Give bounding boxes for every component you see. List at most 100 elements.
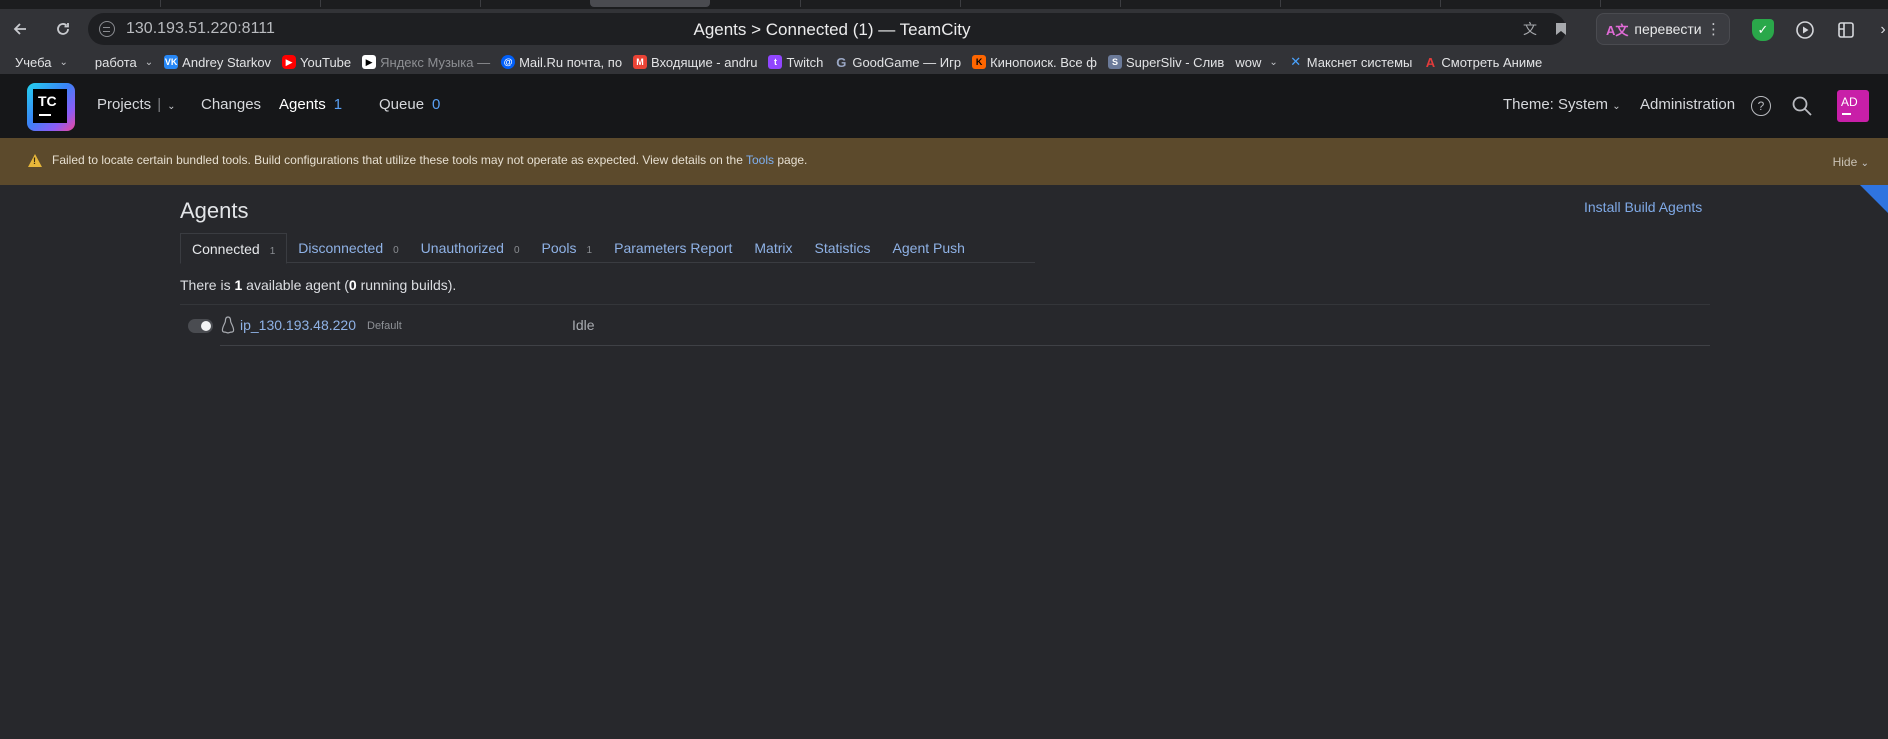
tab-count: 1 [269, 246, 276, 257]
tab-pools[interactable]: Pools 1 [531, 233, 604, 263]
chevron-down-icon: ⌄ [144, 56, 154, 68]
tab-matrix[interactable]: Matrix [743, 233, 803, 263]
reload-icon [57, 23, 69, 35]
linux-icon [221, 316, 235, 334]
gmail-icon: M [633, 55, 648, 69]
bookmark-label: Яндекс Музыка — [380, 54, 491, 70]
extensions-icon[interactable] [1835, 19, 1857, 41]
bookmark-mailru[interactable]: @ Mail.Ru почта, по [501, 55, 622, 70]
adguard-shield-icon[interactable]: ✓ [1752, 19, 1774, 41]
row-divider [220, 345, 1710, 346]
tab-parameters-report[interactable]: Parameters Report [603, 233, 743, 263]
running-builds-count: 0 [348, 277, 357, 293]
corner-ribbon[interactable] [1860, 185, 1888, 213]
media-player-icon[interactable] [1794, 19, 1816, 41]
kinopoisk-icon: K [972, 55, 987, 69]
chevron-down-icon: ⌄ [1860, 158, 1869, 169]
tab-disconnected[interactable]: Disconnected 0 [287, 233, 409, 263]
tab-count: 1 [586, 245, 593, 256]
agent-name-link[interactable]: ip_130.193.48.220 [240, 317, 356, 333]
tools-link[interactable]: Tools [746, 153, 774, 167]
bookmark-label: Входящие - andru [651, 54, 758, 70]
avatar-initials: AD [1841, 95, 1858, 109]
tab-divider [800, 0, 801, 7]
tab-label: Statistics [814, 240, 871, 256]
tab-unauthorized[interactable]: Unauthorized 0 [410, 233, 531, 263]
hide-label: Hide [1832, 155, 1858, 169]
tab-count: 0 [393, 245, 399, 256]
agents-summary: There is 1 available agent (0 running bu… [180, 277, 456, 293]
active-browser-tab[interactable] [590, 0, 710, 7]
reload-button[interactable] [49, 15, 77, 43]
install-build-agents-link[interactable]: Install Build Agents [1584, 199, 1702, 215]
avatar-line [1842, 113, 1851, 115]
bookmark-twitch[interactable]: t Twitch [768, 55, 823, 70]
queue-count-badge: 0 [432, 96, 441, 113]
search-icon[interactable] [1791, 95, 1813, 117]
bookmark-folder-rabota[interactable]: работа ⌄ [95, 55, 153, 70]
agents-count-badge: 1 [333, 96, 343, 113]
bookmark-folder-ucheba[interactable]: Учеба ⌄ [15, 55, 68, 70]
nav-queue[interactable]: Queue 0 [379, 96, 440, 113]
bookmark-vk[interactable]: VK Andrey Starkov [164, 55, 271, 70]
chevron-down-icon[interactable]: ⌄ [167, 101, 175, 112]
bookmark-yandex-music[interactable]: ▶ Яндекс Музыка — [362, 55, 490, 70]
agent-pool: Default [367, 320, 402, 332]
chevron-down-icon: ⌄ [59, 56, 68, 68]
bookmark-gmail[interactable]: M Входящие - andru [633, 55, 757, 70]
nav-changes[interactable]: Changes [201, 96, 261, 113]
back-button[interactable] [6, 15, 34, 43]
arrow-left-icon [13, 23, 26, 35]
tab-statistics[interactable]: Statistics [804, 233, 882, 263]
administration-label: Administration [1640, 96, 1736, 113]
translate-button[interactable]: A文 перевести ⋮ [1596, 13, 1730, 45]
teamcity-header: TC Projects | ⌄ Changes Agents 1 Queue 0 The… [0, 74, 1888, 138]
nav-administration[interactable]: Administration [1640, 96, 1735, 113]
bookmark-maksnet[interactable]: ✕ Макснет системы [1289, 54, 1413, 70]
bookmark-label: Кинопоиск. Все ф [990, 54, 1097, 70]
address-bar[interactable]: 130.193.51.220:8111 Agents > Connected (… [88, 13, 1566, 45]
bookmark-kinopoisk[interactable]: K Кинопоиск. Все ф [972, 55, 1097, 70]
anime-icon: A [1425, 54, 1436, 70]
tab-divider [1440, 0, 1441, 7]
teamcity-logo[interactable]: TC [27, 83, 75, 131]
browser-page-title: Agents > Connected (1) — TeamCity [693, 20, 971, 39]
browser-toolbar: 130.193.51.220:8111 Agents > Connected (… [0, 9, 1888, 50]
translate-page-icon[interactable]: 文 [1521, 20, 1539, 38]
theme-selector[interactable]: Theme: System ⌄ [1503, 96, 1621, 113]
bookmark-folder-wow[interactable]: wow ⌄ [1235, 55, 1277, 70]
avatar[interactable]: AD [1837, 90, 1869, 122]
hide-banner-button[interactable]: Hide ⌄ [1833, 155, 1869, 169]
bookmark-icon[interactable] [1552, 20, 1570, 38]
more-vertical-icon[interactable]: ⋮ [1706, 20, 1721, 38]
supersliv-icon: S [1107, 55, 1122, 69]
bookmark-goodgame[interactable]: G GoodGame — Игр [834, 55, 961, 70]
bookmark-youtube[interactable]: ▶ YouTube [282, 55, 351, 70]
tab-connected[interactable]: Connected 1 [180, 233, 288, 264]
agent-enabled-toggle[interactable] [188, 319, 213, 333]
twitch-icon: t [768, 55, 783, 69]
nav-agents[interactable]: Agents 1 [279, 96, 342, 113]
bookmark-label: Макснет системы [1306, 54, 1413, 70]
browser-tab-strip [0, 0, 1888, 9]
warning-message: Failed to locate certain bundled tools. … [52, 153, 807, 167]
youtube-icon: ▶ [282, 55, 297, 69]
overflow-icon[interactable]: › [1872, 19, 1888, 41]
bookmark-label: Andrey Starkov [182, 54, 272, 70]
tab-label: Unauthorized [420, 240, 504, 256]
nav-queue-label: Queue [379, 96, 425, 113]
help-icon[interactable]: ? [1751, 96, 1771, 116]
tab-agent-push[interactable]: Agent Push [882, 233, 976, 263]
bookmark-supersliv[interactable]: S SuperSliv - Слив [1107, 54, 1225, 70]
tab-label: Matrix [754, 240, 793, 256]
tab-label: Pools [541, 240, 577, 256]
logo-mark: TC [33, 89, 67, 123]
theme-label: Theme: System [1503, 96, 1609, 113]
bookmark-label: работа [94, 54, 137, 70]
chevron-down-icon: ⌄ [1269, 56, 1278, 68]
bookmark-label: SuperSliv - Слив [1125, 54, 1225, 70]
bookmark-label: wow [1235, 54, 1262, 70]
bookmark-anime[interactable]: A Смотреть Аниме [1423, 54, 1543, 70]
maksnet-icon: ✕ [1290, 54, 1302, 69]
nav-projects[interactable]: Projects | ⌄ [97, 96, 175, 113]
